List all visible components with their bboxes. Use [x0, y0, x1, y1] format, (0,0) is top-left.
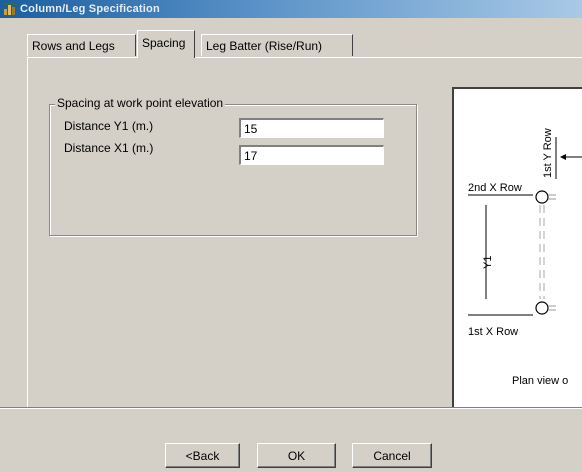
distance-x1-input[interactable] — [239, 145, 384, 165]
distance-x1-label: Distance X1 (m.) — [64, 141, 154, 155]
second-x-row-label: 2nd X Row — [468, 182, 522, 194]
arrow-head — [560, 154, 566, 160]
back-button[interactable]: <Back — [165, 443, 240, 468]
column-node-top — [535, 190, 549, 204]
button-divider — [0, 407, 582, 409]
diagram-caption: Plan view o — [512, 375, 568, 387]
title-bar[interactable]: Column/Leg Specification — [0, 0, 582, 18]
column-node-bottom — [535, 301, 549, 315]
y1-label: Y1 — [482, 256, 494, 269]
app-icon — [3, 3, 17, 15]
tab-spacing[interactable]: Spacing — [137, 30, 195, 58]
distance-y1-input[interactable] — [239, 118, 384, 138]
tab-leg-batter[interactable]: Leg Batter (Rise/Run) — [201, 34, 353, 56]
first-x-row-label: 1st X Row — [468, 326, 518, 338]
ok-button[interactable]: OK — [257, 443, 336, 468]
distance-y1-label: Distance Y1 (m.) — [64, 119, 154, 133]
first-y-row-label: 1st Y Row — [542, 128, 554, 178]
cancel-button[interactable]: Cancel — [352, 443, 432, 468]
window-title: Column/Leg Specification — [20, 3, 160, 15]
tab-strip: Rows and Legs Spacing Leg Batter (Rise/R… — [0, 24, 582, 60]
tab-rows-and-legs[interactable]: Rows and Legs — [27, 34, 136, 56]
plan-view-drawing: 1st Y Row 2nd X Row Y1 1st X Row Plan vi… — [468, 128, 582, 387]
group-legend: Spacing at work point elevation — [55, 95, 226, 111]
